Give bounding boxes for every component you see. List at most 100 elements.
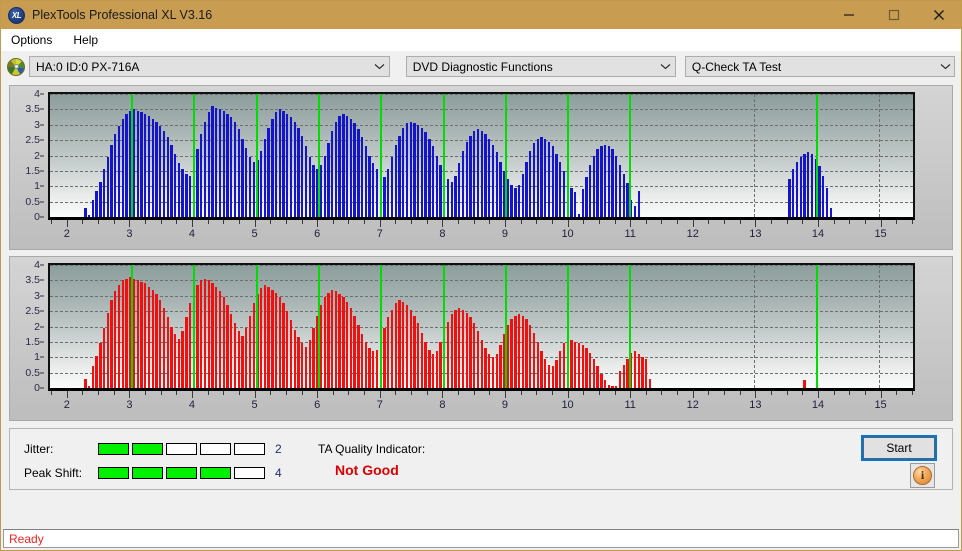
chart-bar: [170, 326, 173, 388]
x-axis-tick-minor: [896, 220, 898, 224]
meter-segment: [234, 467, 265, 479]
chart-bar: [417, 323, 420, 388]
x-axis-tick-minor: [238, 391, 240, 395]
chart-bar: [259, 288, 263, 388]
chart-bar: [588, 164, 592, 217]
chart-bar: [159, 300, 162, 388]
chart-bar: [574, 341, 577, 388]
chart-bar: [248, 315, 252, 388]
chart-bar: [633, 206, 637, 217]
x-axis-tick-minor: [473, 220, 475, 224]
chart-bar: [592, 358, 596, 388]
x-axis-tick-minor: [113, 220, 115, 224]
x-axis-tick-minor: [864, 220, 866, 224]
chart-bar: [248, 157, 252, 217]
x-axis-tick-minor: [551, 220, 553, 224]
chart-bar: [473, 130, 476, 217]
x-axis-tick-label: 10: [561, 228, 574, 240]
chart-bar: [810, 153, 814, 217]
chart-bar: [263, 138, 267, 217]
y-axis-tick: [40, 185, 44, 187]
menu-item-options[interactable]: Options: [9, 31, 61, 49]
start-button[interactable]: Start: [861, 435, 937, 461]
x-axis-tick-minor: [207, 220, 209, 224]
minimize-icon[interactable]: [826, 1, 871, 29]
chart-bar: [166, 137, 169, 217]
chart-bar: [233, 121, 237, 217]
chart-bar: [439, 341, 442, 388]
x-axis-tick-label: 13: [749, 228, 762, 240]
x-axis-tick-minor: [520, 391, 522, 395]
chart-bar: [286, 311, 289, 388]
chart-bar: [338, 294, 341, 388]
chart-bar: [297, 127, 300, 217]
chart-bar: [491, 357, 495, 388]
x-axis-tick-minor: [489, 220, 491, 224]
meter-segment: [234, 443, 265, 455]
chart-bar: [484, 348, 487, 388]
chart-bar: [544, 358, 547, 388]
chart-bar: [525, 161, 528, 217]
chart-bar: [559, 161, 562, 217]
x-axis-tick-minor: [223, 220, 225, 224]
chart-bar: [551, 146, 554, 217]
x-axis-tick-minor: [833, 220, 835, 224]
maximize-icon[interactable]: [871, 1, 916, 29]
x-axis-tick-minor: [614, 391, 616, 395]
chart-bar: [282, 110, 285, 217]
x-axis-tick-minor: [301, 391, 303, 395]
chart-bar: [226, 114, 229, 217]
info-button[interactable]: i: [910, 463, 935, 488]
chart-bar: [173, 153, 177, 217]
chart-bar: [267, 286, 270, 388]
marker-line: [255, 94, 258, 217]
chart-bar: [405, 304, 409, 388]
chart-bar: [289, 117, 293, 217]
chart-bar: [818, 166, 821, 217]
app-logo-icon: XL: [8, 6, 25, 24]
x-axis-tick-minor: [536, 220, 538, 224]
jitter-label: Jitter:: [24, 442, 54, 456]
menu-item-help[interactable]: Help: [71, 31, 107, 49]
chart-bar: [555, 360, 558, 388]
chart-bar: [293, 121, 296, 217]
chart-bar: [476, 129, 480, 217]
chart-bar: [274, 292, 278, 388]
chart-bar: [618, 164, 622, 217]
gridline-horizontal: [50, 280, 913, 282]
chart-bar: [177, 163, 181, 217]
peak-shift-row: Peak Shift: 4: [24, 466, 282, 480]
chart-bar: [293, 329, 296, 388]
test-select[interactable]: Q-Check TA Test: [684, 56, 955, 77]
x-axis-tick-major: [880, 220, 882, 227]
chart-bar: [226, 304, 229, 388]
x-axis-tick-minor: [520, 220, 522, 224]
chart-bar: [431, 146, 435, 217]
test-select-value: Q-Check TA Test: [691, 59, 782, 74]
x-axis-tick-minor: [864, 391, 866, 395]
chart-bottom-xaxis: 2 3 4 5 6 7 8 9 10 11 12 13 14 15: [48, 391, 915, 417]
chart-bar: [327, 143, 330, 217]
chart-bar: [510, 318, 513, 388]
chart-bar: [454, 175, 457, 217]
chart-bar: [353, 123, 356, 217]
chart-bar: [297, 337, 300, 388]
chart-bar: [807, 152, 810, 217]
chart-bar: [383, 328, 386, 388]
x-axis-tick-minor: [285, 220, 287, 224]
x-axis-tick-label: 8: [439, 228, 446, 240]
chart-bar: [349, 308, 353, 388]
x-axis-tick-minor: [207, 391, 209, 395]
chart-bar: [162, 308, 166, 388]
drive-select[interactable]: HA:0 ID:0 PX-716A: [29, 56, 390, 77]
y-axis-tick: [40, 108, 44, 110]
function-select[interactable]: DVD Diagnostic Functions: [405, 56, 676, 77]
gridline-vertical: [754, 265, 756, 388]
x-axis-tick-minor: [270, 391, 272, 395]
x-axis-tick-major: [379, 220, 381, 227]
x-axis-tick-minor: [301, 220, 303, 224]
close-icon[interactable]: [916, 1, 961, 29]
y-axis-tick-label: 2.5: [25, 134, 40, 147]
chevron-down-icon: [371, 57, 389, 76]
x-axis-tick-minor: [51, 220, 53, 224]
